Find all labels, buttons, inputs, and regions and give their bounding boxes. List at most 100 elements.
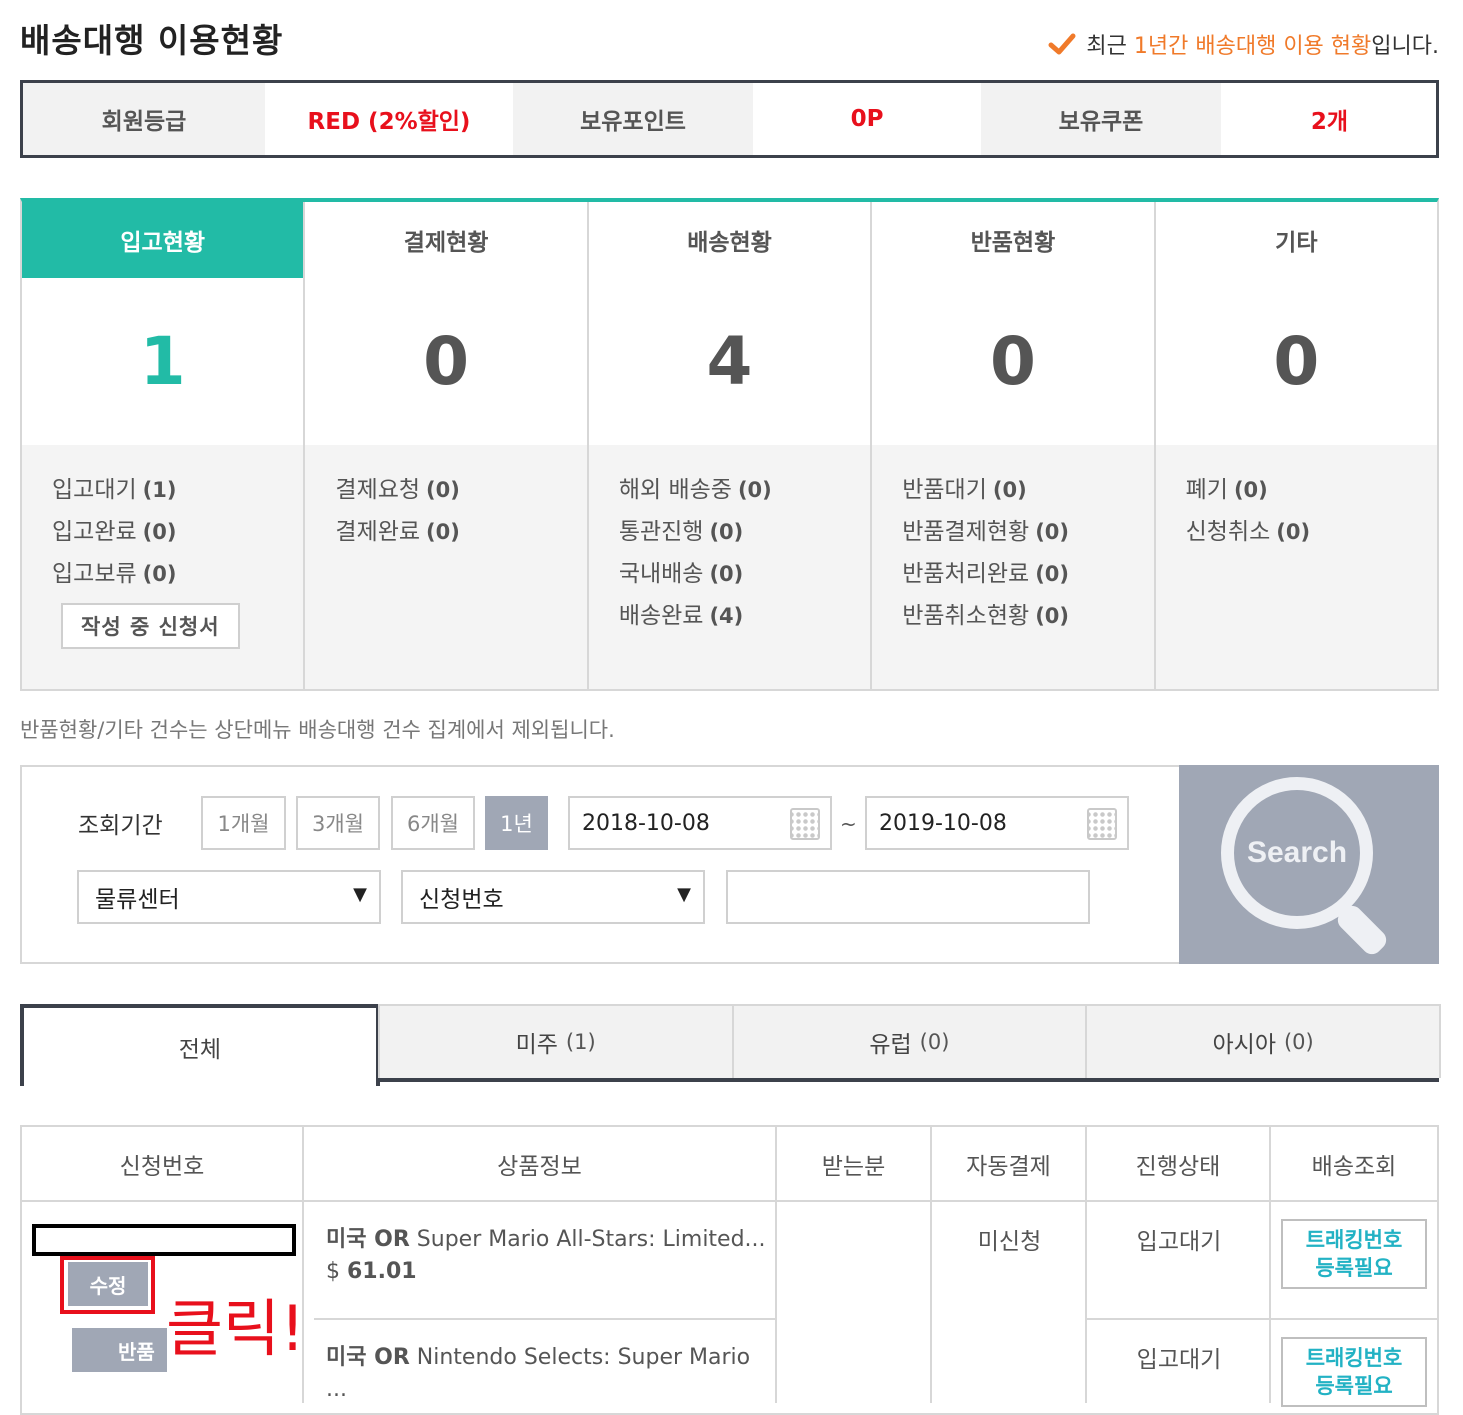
progress-status: 입고대기 <box>1136 1347 1222 1373</box>
status-col-title[interactable]: 입고현황 <box>22 202 304 278</box>
status-footnote: 반품현황/기타 건수는 상단메뉴 배송대행 건수 집계에서 제외됩니다. <box>20 718 615 742</box>
status-col-shipping[interactable]: 배송현황 4 해외 배송중 (0) 통관진행 (0) 국내배송 (0) 배송완료 (4) <box>588 202 873 689</box>
status-col-title[interactable]: 반품현황 <box>872 202 1154 278</box>
status-item[interactable]: 입고보류 (0) <box>52 553 303 595</box>
tracking-label: 트래킹번호 등록필요 <box>1305 1228 1403 1280</box>
status-col-receiving[interactable]: 입고현황 1 입고대기 (1) 입고완료 (0) 입고보류 (0) 작성 중 신청서 <box>22 202 306 689</box>
region-tabs: 전체 미주 (1) 유럽 (0) 아시아 (0) <box>20 1004 1441 1086</box>
grade-label: 회원등급 <box>23 83 267 155</box>
tracking-label: 트래킹번호 등록필요 <box>1305 1346 1403 1398</box>
tab-all[interactable]: 전체 <box>20 1004 380 1086</box>
product-name: Super Mario All-Stars: Limited... <box>416 1227 766 1252</box>
status-item[interactable]: 입고완료 (0) <box>52 511 303 553</box>
status-col-count[interactable]: 0 <box>872 278 1154 445</box>
period-6month-button[interactable]: 6개월 <box>391 796 475 850</box>
date-separator: ~ <box>840 812 857 836</box>
period-label: 조회기간 <box>78 813 163 839</box>
date-from-input[interactable]: 2018-10-08 <box>568 796 832 850</box>
keyword-input[interactable] <box>726 870 1090 924</box>
date-to-input[interactable]: 2019-10-08 <box>865 796 1129 850</box>
status-item[interactable]: 통관진행 (0) <box>619 511 870 553</box>
search-field-value: 신청번호 <box>419 887 504 913</box>
date-from-value: 2018-10-08 <box>582 810 710 836</box>
status-item[interactable]: 반품대기 (0) <box>902 469 1153 511</box>
page-title: 배송대행 이용현황 <box>20 21 284 60</box>
status-grid: 입고현황 1 입고대기 (1) 입고완료 (0) 입고보류 (0) 작성 중 신청서 … <box>20 198 1439 691</box>
status-item[interactable]: 배송완료 (4) <box>619 595 870 637</box>
period-3month-button[interactable]: 3개월 <box>296 796 380 850</box>
col-header-application-no: 신청번호 <box>22 1127 304 1201</box>
col-header-tracking: 배송조회 <box>1311 1154 1397 1180</box>
product-item[interactable]: 미국 OR Super Mario All-Stars: Limited... … <box>326 1224 766 1288</box>
points-label: 보유포인트 <box>513 83 755 155</box>
click-annotation: 클릭! <box>166 1292 305 1365</box>
coupons-value: 2개 <box>1223 83 1436 155</box>
period-1month-button[interactable]: 1개월 <box>201 796 286 850</box>
draft-applications-button[interactable]: 작성 중 신청서 <box>61 603 240 649</box>
status-item[interactable]: 결제완료 (0) <box>335 511 586 553</box>
tab-americas[interactable]: 미주 (1) <box>377 1004 734 1078</box>
status-col-payment[interactable]: 결제현황 0 결제요청 (0) 결제완료 (0) <box>305 202 589 689</box>
status-col-title[interactable]: 기타 <box>1155 202 1438 278</box>
coupons-label: 보유쿠폰 <box>981 83 1223 155</box>
status-item[interactable]: 폐기 (0) <box>1186 469 1437 511</box>
status-col-etc[interactable]: 기타 0 폐기 (0) 신청취소 (0) <box>1155 202 1438 689</box>
col-header-auto-pay: 자동결제 <box>932 1127 1087 1201</box>
table-divider <box>22 1200 1437 1202</box>
product-region: 미국 OR <box>326 1345 410 1370</box>
status-item[interactable]: 해외 배송중 (0) <box>619 469 870 511</box>
member-summary-bar: 회원등급 RED (2%할인) 보유포인트 0P 보유쿠폰 2개 <box>20 80 1439 158</box>
search-button-label: Search <box>1246 836 1348 869</box>
tracking-register-button[interactable]: 트래킹번호 등록필요 <box>1281 1337 1427 1407</box>
status-col-returns[interactable]: 반품현황 0 반품대기 (0) 반품결제현황 (0) 반품처리완료 (0) 반품취소현… <box>872 202 1156 689</box>
status-col-count[interactable]: 0 <box>1155 278 1438 445</box>
points-value: 0P <box>755 83 981 155</box>
calendar-icon[interactable] <box>790 808 820 840</box>
notice-prefix: 최근 <box>1086 34 1134 59</box>
product-item[interactable]: 미국 OR Nintendo Selects: Super Mario ... <box>326 1342 766 1406</box>
grade-value: RED (2%할인) <box>267 83 513 155</box>
edit-button-highlight <box>60 1256 155 1314</box>
status-col-count[interactable]: 4 <box>588 278 871 445</box>
price-symbol: $ <box>326 1259 340 1284</box>
center-select[interactable]: 물류센터 ▼ <box>77 870 381 924</box>
status-col-count[interactable]: 0 <box>305 278 587 445</box>
magnifier-handle <box>1333 901 1391 959</box>
status-item[interactable]: 국내배송 (0) <box>619 553 870 595</box>
table-divider <box>775 1200 777 1403</box>
center-select-value: 물류센터 <box>95 887 180 913</box>
tracking-register-button[interactable]: 트래킹번호 등록필요 <box>1281 1219 1427 1289</box>
redacted-application-number <box>32 1224 296 1256</box>
table-divider <box>314 1318 775 1320</box>
dropdown-arrow-icon: ▼ <box>353 884 367 905</box>
period-1year-button[interactable]: 1년 <box>485 796 548 850</box>
return-button[interactable]: 반품 <box>72 1328 167 1372</box>
status-item[interactable]: 신청취소 (0) <box>1186 511 1437 553</box>
period-notice: 최근 1년간 배송대행 이용 현황입니다. <box>1048 28 1439 60</box>
status-col-title[interactable]: 배송현황 <box>588 202 871 278</box>
tab-asia[interactable]: 아시아 (0) <box>1085 1004 1441 1078</box>
notice-highlight: 1년간 배송대행 이용 현황 <box>1133 34 1372 59</box>
calendar-icon[interactable] <box>1087 808 1117 840</box>
search-field-select[interactable]: 신청번호 ▼ <box>401 870 705 924</box>
col-header-recipient: 받는분 <box>777 1127 932 1201</box>
table-divider <box>1087 1318 1437 1320</box>
product-price: 61.01 <box>347 1259 417 1284</box>
status-item[interactable]: 반품취소현황 (0) <box>902 595 1153 637</box>
col-header-progress: 진행상태 <box>1087 1127 1271 1201</box>
progress-status: 입고대기 <box>1136 1229 1222 1255</box>
notice-suffix: 입니다. <box>1371 34 1439 59</box>
col-header-product-info: 상품정보 <box>304 1127 777 1201</box>
status-col-count[interactable]: 1 <box>22 278 304 445</box>
auto-pay-status: 미신청 <box>977 1229 1042 1255</box>
check-icon <box>1048 33 1076 55</box>
status-item[interactable]: 반품결제현황 (0) <box>902 511 1153 553</box>
status-col-title[interactable]: 결제현황 <box>305 202 587 278</box>
product-region: 미국 OR <box>326 1227 410 1252</box>
tab-europe[interactable]: 유럽 (0) <box>731 1004 1088 1078</box>
date-to-value: 2019-10-08 <box>879 810 1007 836</box>
status-item[interactable]: 입고대기 (1) <box>52 469 303 511</box>
search-button[interactable]: Search <box>1179 765 1439 964</box>
status-item[interactable]: 반품처리완료 (0) <box>902 553 1153 595</box>
status-item[interactable]: 결제요청 (0) <box>335 469 586 511</box>
